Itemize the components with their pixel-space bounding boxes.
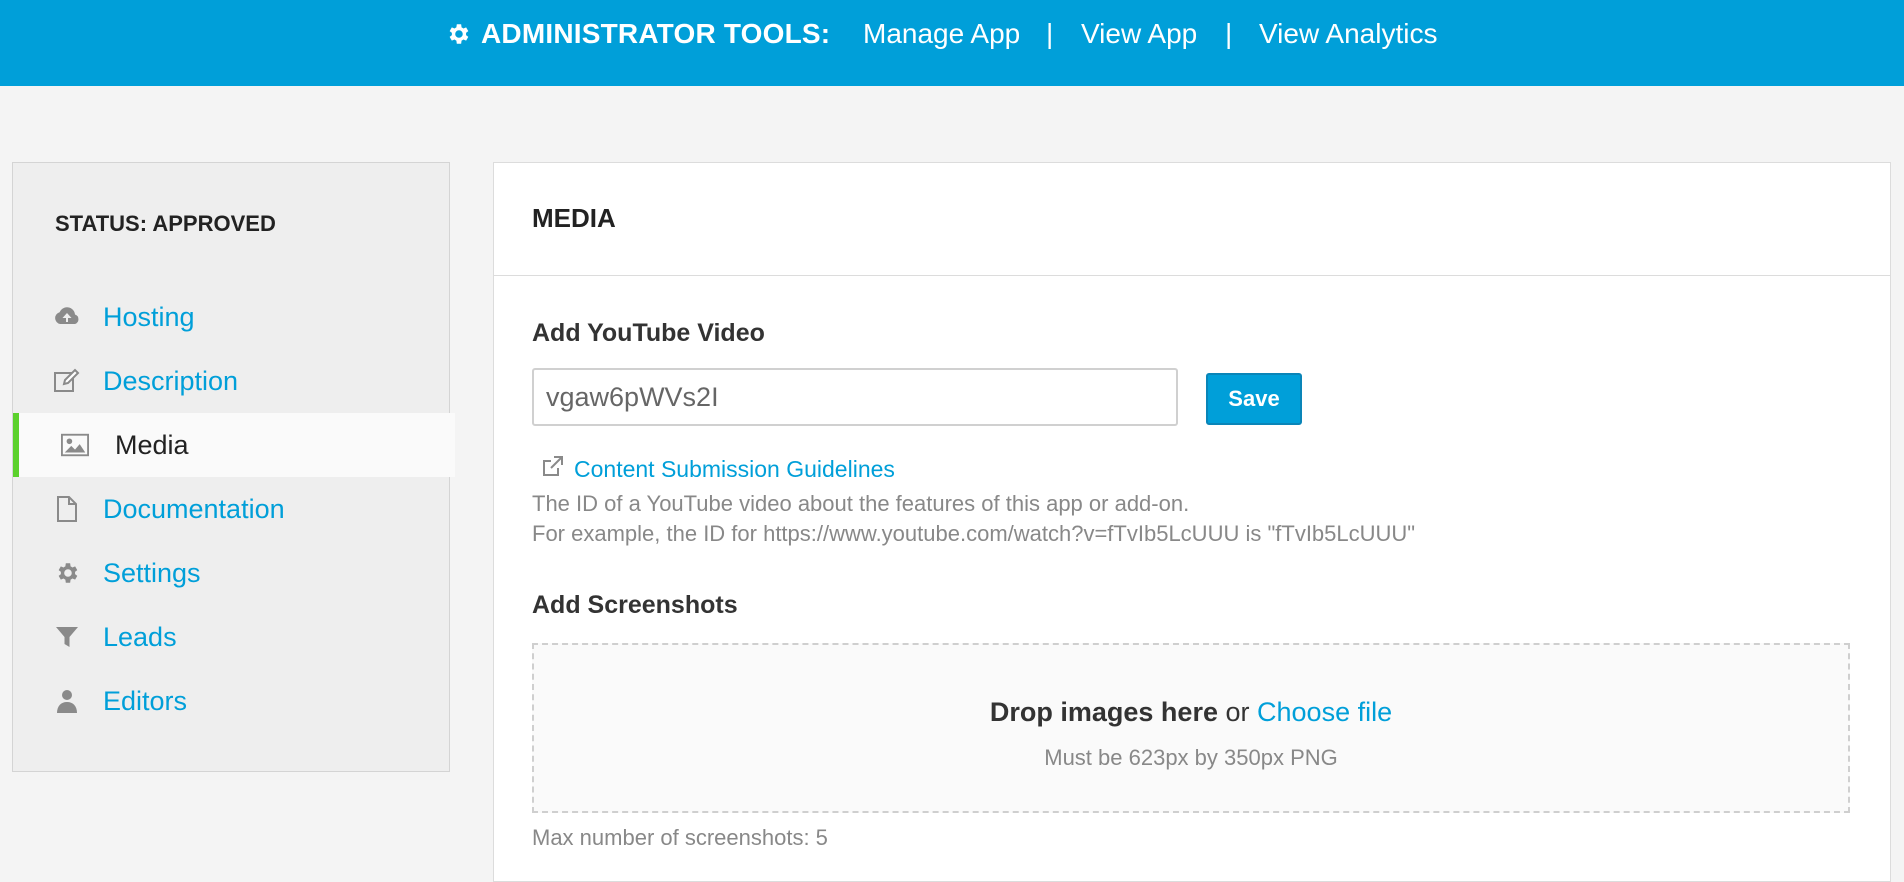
user-icon: [53, 687, 81, 715]
page-title: MEDIA: [532, 203, 616, 233]
manage-app-link[interactable]: Manage App: [863, 18, 1020, 50]
save-button[interactable]: Save: [1206, 373, 1302, 425]
divider: [494, 275, 1890, 276]
sidebar-item-editors[interactable]: Editors: [13, 669, 449, 733]
edit-icon: [53, 367, 81, 395]
screenshots-heading: Add Screenshots: [532, 591, 738, 619]
screenshot-dropzone[interactable]: Drop images here or Choose file Must be …: [532, 643, 1850, 813]
admin-tools-title: ADMINISTRATOR TOOLS:: [445, 18, 830, 50]
youtube-id-input[interactable]: [532, 368, 1178, 426]
gear-icon: [53, 559, 81, 587]
filter-icon: [53, 623, 81, 651]
choose-file-link[interactable]: Choose file: [1257, 697, 1392, 727]
guidelines-link[interactable]: Content Submission Guidelines: [540, 455, 895, 484]
max-screenshots-note: Max number of screenshots: 5: [532, 825, 828, 850]
status-label: STATUS: APPROVED: [55, 211, 276, 236]
gear-icon: [445, 21, 471, 47]
separator: |: [1046, 18, 1054, 49]
sidebar-item-hosting[interactable]: Hosting: [13, 285, 449, 349]
sidebar: STATUS: APPROVED Hosting Description Med…: [12, 162, 455, 772]
external-link-icon: [540, 455, 564, 484]
guidelines-label: Content Submission Guidelines: [574, 456, 895, 482]
sidebar-item-settings[interactable]: Settings: [13, 541, 449, 605]
or-label: or: [1225, 697, 1250, 727]
sidebar-item-media[interactable]: Media: [13, 413, 455, 477]
image-requirement: Must be 623px by 350px PNG: [1044, 745, 1338, 770]
image-icon: [61, 431, 89, 459]
document-icon: [53, 495, 81, 523]
sidebar-item-label: Leads: [103, 621, 177, 652]
sidebar-item-documentation[interactable]: Documentation: [13, 477, 449, 541]
separator: |: [1225, 18, 1233, 49]
sidebar-item-label: Description: [103, 365, 239, 396]
view-app-link[interactable]: View App: [1081, 18, 1197, 50]
media-panel: MEDIA Add YouTube Video Save Content Sub…: [493, 162, 1891, 882]
view-analytics-link[interactable]: View Analytics: [1259, 18, 1437, 50]
sidebar-item-label: Settings: [103, 557, 201, 588]
admin-tools-label: ADMINISTRATOR TOOLS:: [481, 18, 831, 49]
drop-images-label: Drop images here: [989, 697, 1218, 727]
sidebar-item-label: Documentation: [103, 493, 285, 524]
sidebar-item-label: Editors: [103, 685, 188, 716]
drop-prompt: Drop images here or Choose file: [534, 697, 1848, 728]
youtube-heading: Add YouTube Video: [532, 319, 765, 347]
sidebar-item-leads[interactable]: Leads: [13, 605, 449, 669]
sidebar-item-description[interactable]: Description: [13, 349, 449, 413]
admin-toolbar: ADMINISTRATOR TOOLS: Manage App | View A…: [0, 0, 1904, 86]
cloud-upload-icon: [53, 303, 81, 331]
youtube-help-text: The ID of a YouTube video about the feat…: [532, 491, 1190, 516]
sidebar-item-label: Media: [115, 429, 189, 460]
sidebar-item-label: Hosting: [103, 301, 195, 332]
youtube-example-text: For example, the ID for https://www.yout…: [532, 521, 1416, 546]
